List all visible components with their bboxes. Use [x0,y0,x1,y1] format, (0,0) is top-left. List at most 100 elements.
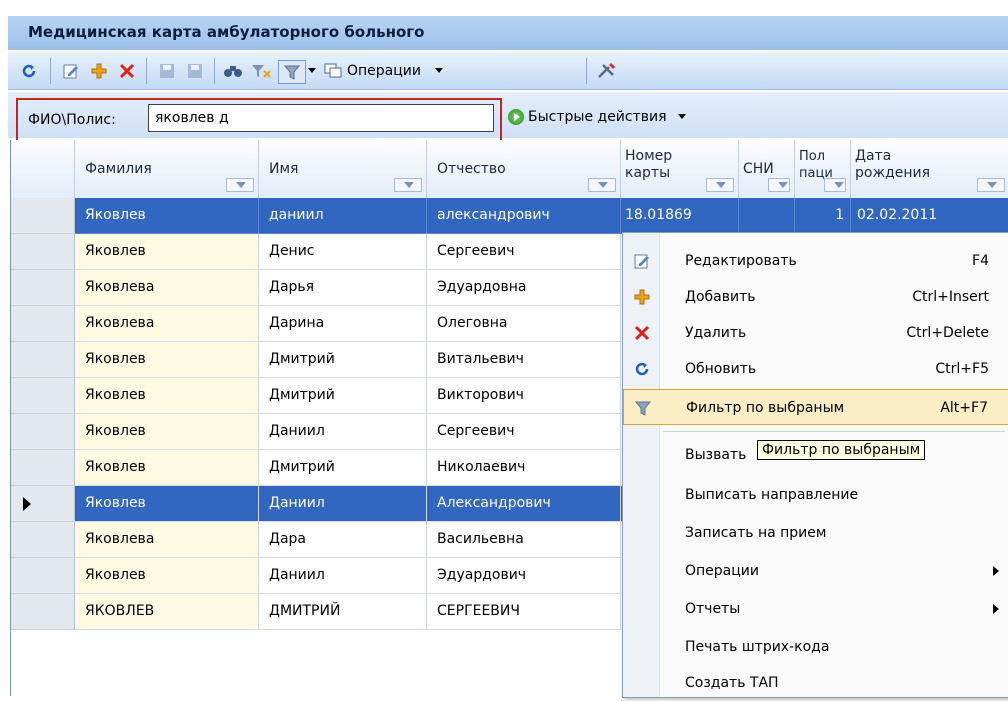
table-cell[interactable]: даниил [259,198,427,234]
row-indicator[interactable] [11,378,75,414]
menu-item-edit[interactable]: Редактировать F4 [623,243,1008,279]
table-cell[interactable]: Эдуардович [427,558,621,594]
table-cell[interactable]: Яковлев [75,198,259,234]
search-label: ФИО\Полис: [28,112,116,128]
table-cell[interactable]: Олеговна [427,306,621,342]
tools-icon[interactable] [594,60,618,82]
table-cell[interactable]: Яковлев [75,558,259,594]
table-cell[interactable]: Яковлев [75,234,259,270]
column-header-middle-name[interactable]: Отчество [427,140,621,198]
column-header-card-number[interactable]: Номер карты [621,140,739,198]
menu-item-operations[interactable]: Операции [623,553,1008,589]
add-icon [633,288,651,306]
column-filter-icon[interactable] [768,178,790,192]
menu-item-reports[interactable]: Отчеты [623,591,1008,627]
windows-icon [324,63,342,78]
column-filter-icon[interactable] [824,178,846,192]
table-cell[interactable] [739,198,795,234]
table-cell[interactable]: Дарина [259,306,427,342]
menu-separator [663,431,1005,432]
table-cell[interactable]: Яковлев [75,414,259,450]
table-cell[interactable]: Яковлев [75,450,259,486]
table-cell[interactable]: Дмитрий [259,378,427,414]
window-title: Медицинская карта амбулаторного больного [28,23,425,41]
menu-item-add[interactable]: Добавить Ctrl+Insert [623,279,1008,315]
menu-item-refresh[interactable]: Обновить Ctrl+F5 [623,351,1008,387]
table-cell[interactable]: 18.01869 [621,198,739,234]
row-indicator[interactable] [11,522,75,558]
filter-icon[interactable] [278,60,306,84]
table-cell[interactable]: Витальевич [427,342,621,378]
column-header-last-name[interactable]: Фамилия [75,140,259,198]
table-cell[interactable]: Эдуардовна [427,270,621,306]
grid-header: Фамилия Имя Отчество Номер карты СНИ Пол… [11,140,1008,199]
column-header-sex[interactable]: Пол паци [795,140,851,198]
table-cell[interactable]: Даниил [259,414,427,450]
table-cell[interactable]: александрович [427,198,621,234]
table-cell[interactable]: Яковлева [75,306,259,342]
submenu-arrow-icon [993,604,999,614]
column-header-birth-date[interactable]: Дата рождения [851,140,1008,198]
row-indicator[interactable] [11,486,75,522]
table-cell[interactable]: Яковлева [75,522,259,558]
table-cell[interactable]: Даниил [259,486,427,522]
column-filter-icon[interactable] [394,178,422,192]
row-indicator[interactable] [11,414,75,450]
table-cell[interactable]: ЯКОВЛЕВ [75,594,259,630]
column-header-sni[interactable]: СНИ [739,140,795,198]
table-row[interactable]: Яковлев даниил александрович 18.01869 1 02.02… [11,198,1008,234]
column-filter-icon[interactable] [226,178,254,192]
quick-actions-button[interactable]: Быстрые действия [508,109,687,125]
context-menu: Редактировать F4 Добавить Ctrl+Insert Уд… [622,232,1008,698]
table-cell[interactable]: Даниил [259,558,427,594]
table-cell[interactable]: Дара [259,522,427,558]
column-header-first-name[interactable]: Имя [259,140,427,198]
clear-filter-icon[interactable] [248,60,274,82]
row-indicator[interactable] [11,594,75,630]
row-indicator[interactable] [11,450,75,486]
table-cell[interactable]: Яковлев [75,486,259,522]
menu-item-book-appointment[interactable]: Записать на прием [623,515,1008,551]
menu-item-write-referral[interactable]: Выписать направление [623,477,1008,513]
save-icon[interactable] [156,60,178,82]
add-icon[interactable] [88,60,110,82]
column-filter-icon[interactable] [977,178,1005,192]
filter-dropdown-chevron-icon[interactable] [306,60,318,82]
column-filter-icon[interactable] [706,178,734,192]
filter-icon [634,399,652,417]
save-all-icon[interactable] [184,60,206,82]
row-indicator[interactable] [11,558,75,594]
table-cell[interactable]: 02.02.2011 [851,198,1008,234]
table-cell[interactable]: Викторович [427,378,621,414]
table-cell[interactable]: Яковлева [75,270,259,306]
row-indicator[interactable] [11,342,75,378]
table-cell[interactable]: 1 [795,198,851,234]
table-cell[interactable]: ДМИТРИЙ [259,594,427,630]
table-cell[interactable]: Александрович [427,486,621,522]
table-cell[interactable]: Денис [259,234,427,270]
search-input[interactable] [148,104,494,132]
refresh-icon[interactable] [18,60,40,82]
table-cell[interactable]: Яковлев [75,342,259,378]
column-filter-icon[interactable] [588,178,616,192]
table-cell[interactable]: Дмитрий [259,450,427,486]
edit-icon[interactable] [60,60,82,82]
table-cell[interactable]: СЕРГЕЕВИЧ [427,594,621,630]
find-icon[interactable] [222,60,244,82]
menu-item-print-barcode[interactable]: Печать штрих-кода [623,629,1008,665]
table-cell[interactable]: Васильевна [427,522,621,558]
row-indicator[interactable] [11,234,75,270]
row-indicator[interactable] [11,270,75,306]
menu-item-delete[interactable]: Удалить Ctrl+Delete [623,315,1008,351]
table-cell[interactable]: Яковлев [75,378,259,414]
operations-button[interactable]: Операции [324,60,454,82]
table-cell[interactable]: Дмитрий [259,342,427,378]
table-cell[interactable]: Сергеевич [427,234,621,270]
row-indicator[interactable] [11,198,75,234]
row-indicator[interactable] [11,306,75,342]
menu-item-filter-selected[interactable]: Фильтр по выбраным Alt+F7 [623,389,1008,425]
table-cell[interactable]: Дарья [259,270,427,306]
table-cell[interactable]: Сергеевич [427,414,621,450]
table-cell[interactable]: Николаевич [427,450,621,486]
delete-icon[interactable] [116,60,138,82]
